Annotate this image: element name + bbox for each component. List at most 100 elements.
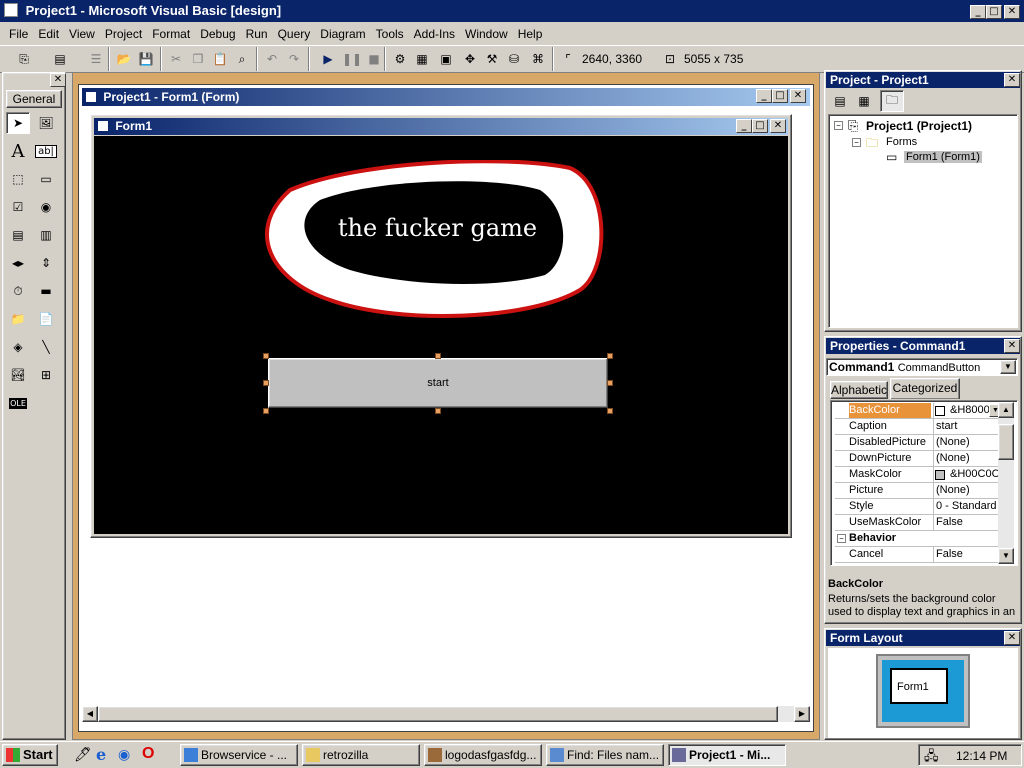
designer-maximize-button[interactable]: □ xyxy=(772,89,788,103)
selection-handle[interactable] xyxy=(607,380,613,386)
tab-alphabetic[interactable]: Alphabetic xyxy=(830,381,888,399)
prop-scroll-up-button[interactable]: ▲ xyxy=(998,402,1014,418)
checkbox-tool-icon[interactable]: ☑ xyxy=(6,196,30,218)
form1-maximize-button[interactable]: □ xyxy=(752,119,768,133)
image-tool-icon[interactable]: 🏞 xyxy=(6,364,30,386)
selection-handle[interactable] xyxy=(435,353,441,359)
start-icon[interactable]: ▶ xyxy=(318,49,338,69)
selection-handle[interactable] xyxy=(263,408,269,414)
prop-scroll-down-button[interactable]: ▼ xyxy=(998,548,1014,564)
quicklaunch-ie-icon[interactable]: e xyxy=(96,745,106,764)
vscrollbar-tool-icon[interactable]: ⇕ xyxy=(34,252,58,274)
toolbox-icon[interactable]: ⚒ xyxy=(482,49,502,69)
undo-icon[interactable]: ↶ xyxy=(262,49,282,69)
data-tool-icon[interactable]: ⊞ xyxy=(34,364,58,386)
property-value[interactable]: &H00C0C0 xyxy=(933,467,1003,482)
minimize-button[interactable]: _ xyxy=(970,5,986,19)
prop-scroll-thumb[interactable] xyxy=(998,424,1014,460)
form-layout-icon[interactable]: ▣ xyxy=(436,49,456,69)
line-tool-icon[interactable]: ╲ xyxy=(34,336,58,358)
designer-minimize-button[interactable]: _ xyxy=(756,89,772,103)
property-value[interactable]: False xyxy=(933,515,1003,530)
maximize-button[interactable]: □ xyxy=(986,5,1002,19)
properties-window-icon[interactable]: ▦ xyxy=(412,49,432,69)
optionbutton-tool-icon[interactable]: ◉ xyxy=(34,196,58,218)
open-project-icon[interactable]: 📂 xyxy=(114,49,134,69)
category-toggle-icon[interactable]: − xyxy=(837,534,846,543)
toolbox-general-tab[interactable]: General xyxy=(6,90,62,108)
object-browser-icon[interactable]: ✥ xyxy=(460,49,480,69)
property-row[interactable]: DownPicture (None) xyxy=(835,451,1003,467)
drivelistbox-tool-icon[interactable]: ▬ xyxy=(34,280,58,302)
tree-collapse-icon[interactable]: − xyxy=(834,121,843,130)
listbox-tool-icon[interactable]: ▥ xyxy=(34,224,58,246)
timer-tool-icon[interactable]: ⏱ xyxy=(6,280,30,302)
property-value[interactable]: (None) xyxy=(933,483,1003,498)
property-row[interactable]: MaskColor &H00C0C0 xyxy=(835,467,1003,483)
pointer-tool-icon[interactable]: ➤ xyxy=(6,112,30,134)
property-value[interactable]: start xyxy=(933,419,1003,434)
tree-collapse-icon[interactable]: − xyxy=(852,138,861,147)
property-row[interactable]: BackColor &H8000 ▼ xyxy=(835,403,1003,419)
property-value[interactable]: (None) xyxy=(933,451,1003,466)
shape-tool-icon[interactable]: ◈ xyxy=(6,336,30,358)
menu-help[interactable]: Help xyxy=(513,24,548,44)
menu-edit[interactable]: Edit xyxy=(33,24,64,44)
paste-icon[interactable]: 📋 xyxy=(210,49,230,69)
add-project-icon[interactable]: ⎘ xyxy=(14,49,34,69)
property-row[interactable]: Caption start xyxy=(835,419,1003,435)
end-icon[interactable]: ■ xyxy=(364,49,384,69)
menu-query[interactable]: Query xyxy=(273,24,316,44)
commandbutton-tool-icon[interactable]: ▭ xyxy=(34,168,58,190)
project-explorer-icon[interactable]: ⚙ xyxy=(390,49,410,69)
cut-icon[interactable]: ✂ xyxy=(166,49,186,69)
menu-run[interactable]: Run xyxy=(241,24,273,44)
copy-icon[interactable]: ❐ xyxy=(188,49,208,69)
combobox-tool-icon[interactable]: ▤ xyxy=(6,224,30,246)
property-value[interactable]: (None) xyxy=(933,435,1003,450)
start-button[interactable]: Start xyxy=(2,744,58,766)
designer-close-button[interactable]: ✕ xyxy=(790,89,806,103)
taskbar-button-find-files[interactable]: Find: Files nam... xyxy=(546,744,664,766)
object-selector-dropdown-icon[interactable]: ▼ xyxy=(1000,360,1016,374)
menu-diagram[interactable]: Diagram xyxy=(315,24,370,44)
dirlistbox-tool-icon[interactable]: 📁 xyxy=(6,308,30,330)
quicklaunch-desktop-icon[interactable]: 🖊 xyxy=(74,746,92,763)
property-row[interactable]: DisabledPicture (None) xyxy=(835,435,1003,451)
menu-format[interactable]: Format xyxy=(147,24,195,44)
filelistbox-tool-icon[interactable]: 📄 xyxy=(34,308,58,330)
menu-window[interactable]: Window xyxy=(460,24,513,44)
tree-forms-folder[interactable]: Forms xyxy=(886,136,917,148)
scroll-left-button[interactable]: ◀ xyxy=(82,706,98,722)
form1-close-button[interactable]: ✕ xyxy=(770,119,786,133)
property-value[interactable]: 0 - Standard xyxy=(933,499,1003,514)
toggle-folders-icon[interactable]: 🗀 xyxy=(880,90,904,112)
selection-handle[interactable] xyxy=(263,380,269,386)
property-row[interactable]: Picture (None) xyxy=(835,483,1003,499)
toolbox-close-icon[interactable]: ✕ xyxy=(50,73,66,87)
ole-tool-icon[interactable]: OLE xyxy=(6,392,30,414)
menu-debug[interactable]: Debug xyxy=(195,24,240,44)
property-row[interactable]: UseMaskColor False xyxy=(835,515,1003,531)
project-explorer-close-icon[interactable]: ✕ xyxy=(1004,73,1020,87)
close-button[interactable]: ✕ xyxy=(1004,5,1020,19)
save-project-icon[interactable]: 💾 xyxy=(136,49,156,69)
find-icon[interactable]: ⌕ xyxy=(232,49,252,69)
tree-project-root[interactable]: Project1 (Project1) xyxy=(866,119,972,133)
scroll-thumb[interactable] xyxy=(98,706,778,722)
add-form-icon[interactable]: ▤ xyxy=(50,49,70,69)
tree-form1-item[interactable]: Form1 (Form1) xyxy=(904,151,982,163)
frame-tool-icon[interactable]: ⬚ xyxy=(6,168,30,190)
tray-network-icon[interactable]: 🖧 xyxy=(924,747,939,768)
textbox-tool-icon[interactable]: ab| xyxy=(34,140,58,162)
taskbar-button-retrozilla[interactable]: retrozilla xyxy=(302,744,420,766)
menu-view[interactable]: View xyxy=(64,24,100,44)
taskbar-button-logo-image[interactable]: logodasfgasfdg... xyxy=(424,744,542,766)
taskbar-button-project1-vb[interactable]: Project1 - Mi... xyxy=(668,744,786,766)
start-command-button[interactable]: start xyxy=(268,358,608,408)
properties-close-icon[interactable]: ✕ xyxy=(1004,339,1020,353)
taskbar-button-browservice[interactable]: Browservice - ... xyxy=(180,744,298,766)
form1-minimize-button[interactable]: _ xyxy=(736,119,752,133)
view-object-icon[interactable]: ▦ xyxy=(852,90,876,112)
property-row[interactable]: Cancel False xyxy=(835,547,1003,563)
